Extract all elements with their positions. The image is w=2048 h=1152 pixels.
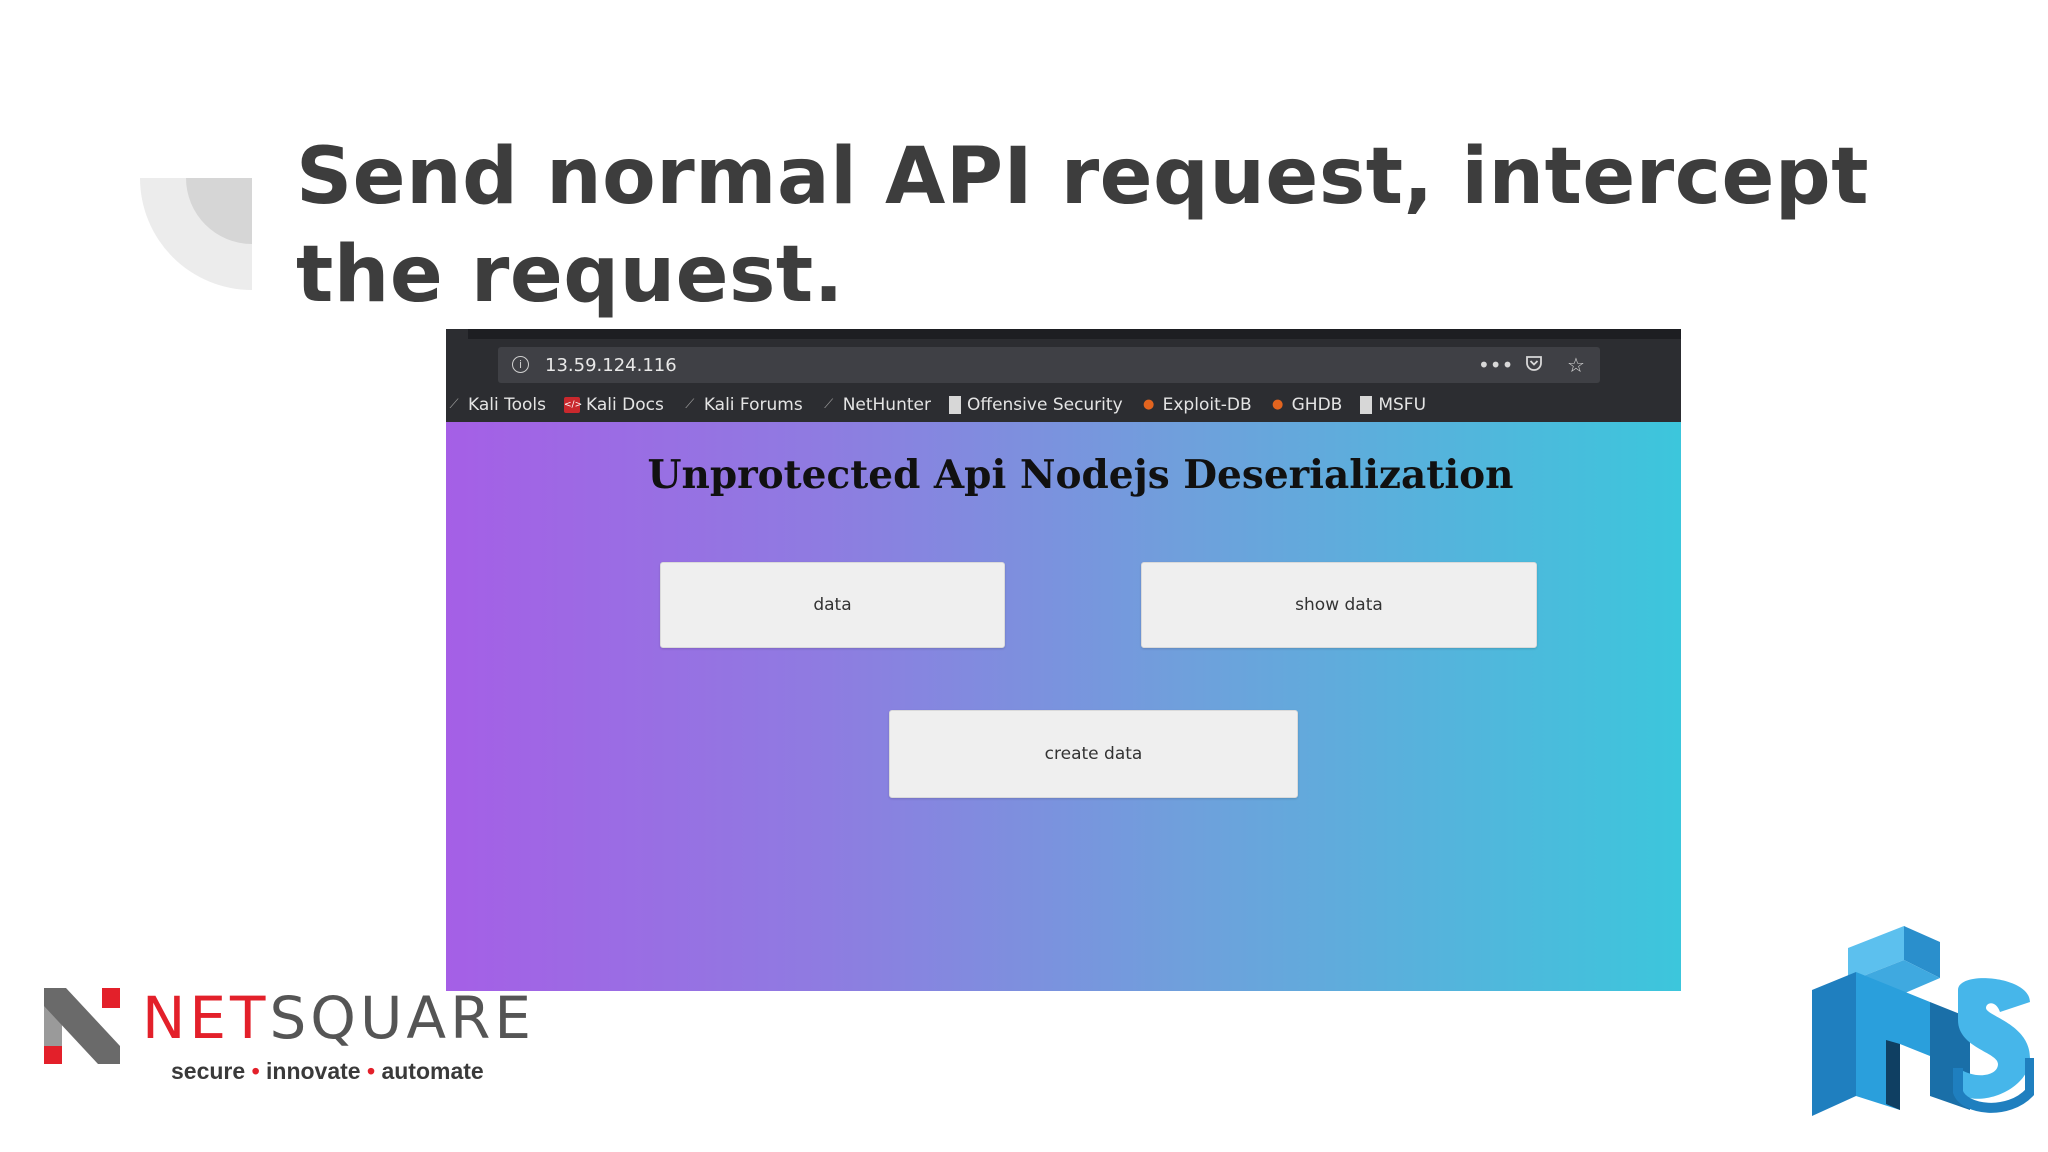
data-button[interactable]: data xyxy=(660,562,1005,648)
show-data-button[interactable]: show data xyxy=(1141,562,1537,648)
bookmark-kali-forums[interactable]: ⟋ Kali Forums xyxy=(682,395,803,415)
tagline-innovate: innovate xyxy=(266,1058,361,1084)
url-text[interactable]: 13.59.124.116 xyxy=(545,355,677,376)
pocket-icon[interactable] xyxy=(1520,353,1548,378)
tagline-dot: • xyxy=(366,1058,376,1084)
info-icon[interactable]: i xyxy=(512,356,529,373)
bookmark-ghdb[interactable]: ● GHDB xyxy=(1270,395,1343,415)
kali-dragon-icon: ⟋ xyxy=(685,397,695,412)
bookmark-offensive-security[interactable]: Offensive Security xyxy=(948,395,1123,415)
bookmark-label: MSFU xyxy=(1378,395,1427,415)
netsquare-tagline: secure • innovate • automate xyxy=(171,1058,484,1085)
create-data-button[interactable]: create data xyxy=(889,710,1298,798)
bookmark-label: NetHunter xyxy=(842,395,931,415)
offsec-icon xyxy=(1360,396,1373,414)
page-heading: Unprotected Api Nodejs Deserialization xyxy=(647,452,1514,498)
exploit-db-icon: ● xyxy=(1142,397,1155,412)
tagline-dot: • xyxy=(251,1058,260,1084)
url-bar[interactable]: i 13.59.124.116 ••• ☆ xyxy=(498,347,1600,383)
netsquare-mark-icon xyxy=(44,988,120,1064)
browser-toolbar: i 13.59.124.116 ••• ☆ ⟋ Kali Tools </> K… xyxy=(446,329,1681,422)
kali-dragon-icon: ⟋ xyxy=(824,397,834,412)
netsquare-logo: NETSQUARE secure • innovate • automate xyxy=(44,986,584,1086)
ns-3d-logo-icon xyxy=(1812,926,2034,1116)
more-icon[interactable]: ••• xyxy=(1478,353,1513,378)
bookmark-kali-tools[interactable]: ⟋ Kali Tools xyxy=(446,395,546,415)
bookmark-exploit-db[interactable]: ● Exploit-DB xyxy=(1141,395,1252,415)
bookmark-label: Offensive Security xyxy=(966,395,1123,415)
tagline-automate: automate xyxy=(381,1058,484,1084)
offsec-icon xyxy=(948,396,961,414)
star-icon[interactable]: ☆ xyxy=(1562,353,1590,378)
bookmark-label: Kali Tools xyxy=(468,395,546,415)
logo-net: NET xyxy=(142,984,270,1052)
netsquare-wordmark: NETSQUARE xyxy=(142,988,535,1048)
bookmark-kali-docs[interactable]: </> Kali Docs xyxy=(564,395,664,415)
bookmark-msfu[interactable]: MSFU xyxy=(1360,395,1426,415)
logo-square: SQUARE xyxy=(269,984,536,1052)
bookmark-label: GHDB xyxy=(1291,395,1343,415)
bookmarks-bar: ⟋ Kali Tools </> Kali Docs ⟋ Kali Forums… xyxy=(446,391,1444,419)
tab-strip xyxy=(468,329,1681,339)
tagline-secure: secure xyxy=(171,1058,246,1084)
bookmark-label: Exploit-DB xyxy=(1162,395,1252,415)
bookmark-label: Kali Forums xyxy=(703,395,803,415)
kali-docs-icon: </> xyxy=(564,397,582,413)
kali-dragon-icon: ⟋ xyxy=(449,397,459,412)
web-page-content: Unprotected Api Nodejs Deserialization d… xyxy=(446,422,1681,991)
exploit-db-icon: ● xyxy=(1271,397,1284,412)
slide-title: Send normal API request, intercept the r… xyxy=(296,132,1870,320)
decorative-arc xyxy=(140,178,252,290)
bookmark-nethunter[interactable]: ⟋ NetHunter xyxy=(821,395,931,415)
bookmark-label: Kali Docs xyxy=(586,395,664,415)
browser-screenshot: i 13.59.124.116 ••• ☆ ⟋ Kali Tools </> K… xyxy=(446,329,1681,991)
